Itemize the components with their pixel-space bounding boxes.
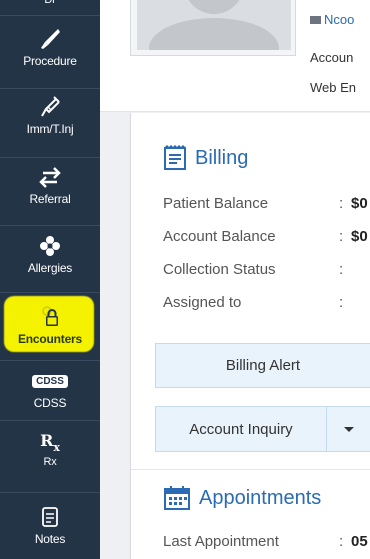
- divider: [0, 15, 100, 16]
- last-appointment-label: Last Appointment: [163, 533, 279, 550]
- assigned-to-label: Assigned to: [163, 294, 242, 311]
- scalpel-icon: [38, 24, 62, 54]
- sidebar-item-referral[interactable]: Referral: [0, 162, 100, 206]
- billing-title: Billing: [163, 145, 248, 171]
- patient-header: Ncoo Accoun Web En: [100, 0, 370, 112]
- cdss-badge-icon: CDSS: [32, 366, 68, 396]
- sidebar-item-procedure[interactable]: Procedure: [0, 24, 100, 68]
- sidebar-item-cdss[interactable]: CDSS CDSS: [0, 366, 100, 410]
- sidebar-item-label: Procedure: [23, 54, 77, 68]
- envelope-icon: [310, 16, 321, 24]
- patient-balance-value: $0: [351, 195, 368, 212]
- patient-photo: [130, 0, 296, 56]
- account-inquiry-button[interactable]: Account Inquiry: [155, 406, 327, 452]
- divider: [0, 88, 100, 89]
- account-inquiry-dropdown[interactable]: [326, 406, 370, 452]
- sidebar-item-allergies[interactable]: Allergies: [0, 231, 100, 275]
- billing-card: Billing Patient Balance : $0 Account Bal…: [130, 113, 370, 559]
- user-lock-icon: [39, 302, 61, 332]
- sidebar-item-label: Imm/T.Inj: [26, 122, 74, 136]
- contact-line-web: Web En: [310, 80, 357, 95]
- patient-balance-label: Patient Balance: [163, 195, 269, 212]
- avatar-body: [149, 18, 279, 50]
- sidebar-item-label: Rx: [43, 456, 57, 468]
- caret-down-icon: [343, 426, 354, 432]
- sidebar-item-rx[interactable]: Rx Rx: [0, 424, 100, 469]
- sidebar-item-label: CDSS: [33, 396, 67, 410]
- divider: [0, 292, 100, 293]
- account-balance-value: $0: [351, 228, 368, 245]
- sidebar-item-notes[interactable]: Notes: [0, 502, 100, 546]
- contact-line-account: Accoun: [310, 50, 354, 65]
- sidebar-item-label: Encounters: [17, 332, 82, 346]
- divider: [0, 225, 100, 226]
- collection-status-label: Collection Status: [163, 261, 276, 278]
- divider: [0, 157, 100, 158]
- divider: [0, 420, 100, 421]
- avatar-head: [184, 0, 244, 14]
- sidebar-item-top-partial[interactable]: Dr: [0, 0, 100, 6]
- sidebar-item-label: Notes: [34, 532, 66, 546]
- divider: [0, 360, 100, 361]
- rx-icon: Rx: [40, 430, 60, 454]
- email-link[interactable]: Ncoo: [310, 12, 354, 27]
- flower-icon: [39, 231, 61, 261]
- sidebar-item-label: Allergies: [27, 261, 73, 275]
- account-balance-label: Account Balance: [163, 228, 276, 245]
- appointments-title: Appointments: [163, 485, 321, 511]
- sidebar: Dr Procedure Imm/T.Inj Referral Allergie…: [0, 0, 100, 559]
- divider: [131, 469, 370, 470]
- billing-alert-button[interactable]: Billing Alert: [155, 343, 370, 388]
- sidebar-item-imm-tinj[interactable]: Imm/T.Inj: [0, 92, 100, 136]
- last-appointment-value: 05: [351, 533, 368, 550]
- syringe-icon: [38, 92, 62, 122]
- calendar-icon: [163, 485, 191, 511]
- divider: [0, 492, 100, 493]
- sidebar-item-label: Referral: [29, 192, 71, 206]
- arrows-exchange-icon: [37, 162, 63, 192]
- sidebar-item-encounters[interactable]: Encounters: [0, 302, 100, 346]
- invoice-icon: [163, 145, 187, 171]
- gutter: [100, 113, 130, 559]
- notes-icon: [41, 502, 59, 532]
